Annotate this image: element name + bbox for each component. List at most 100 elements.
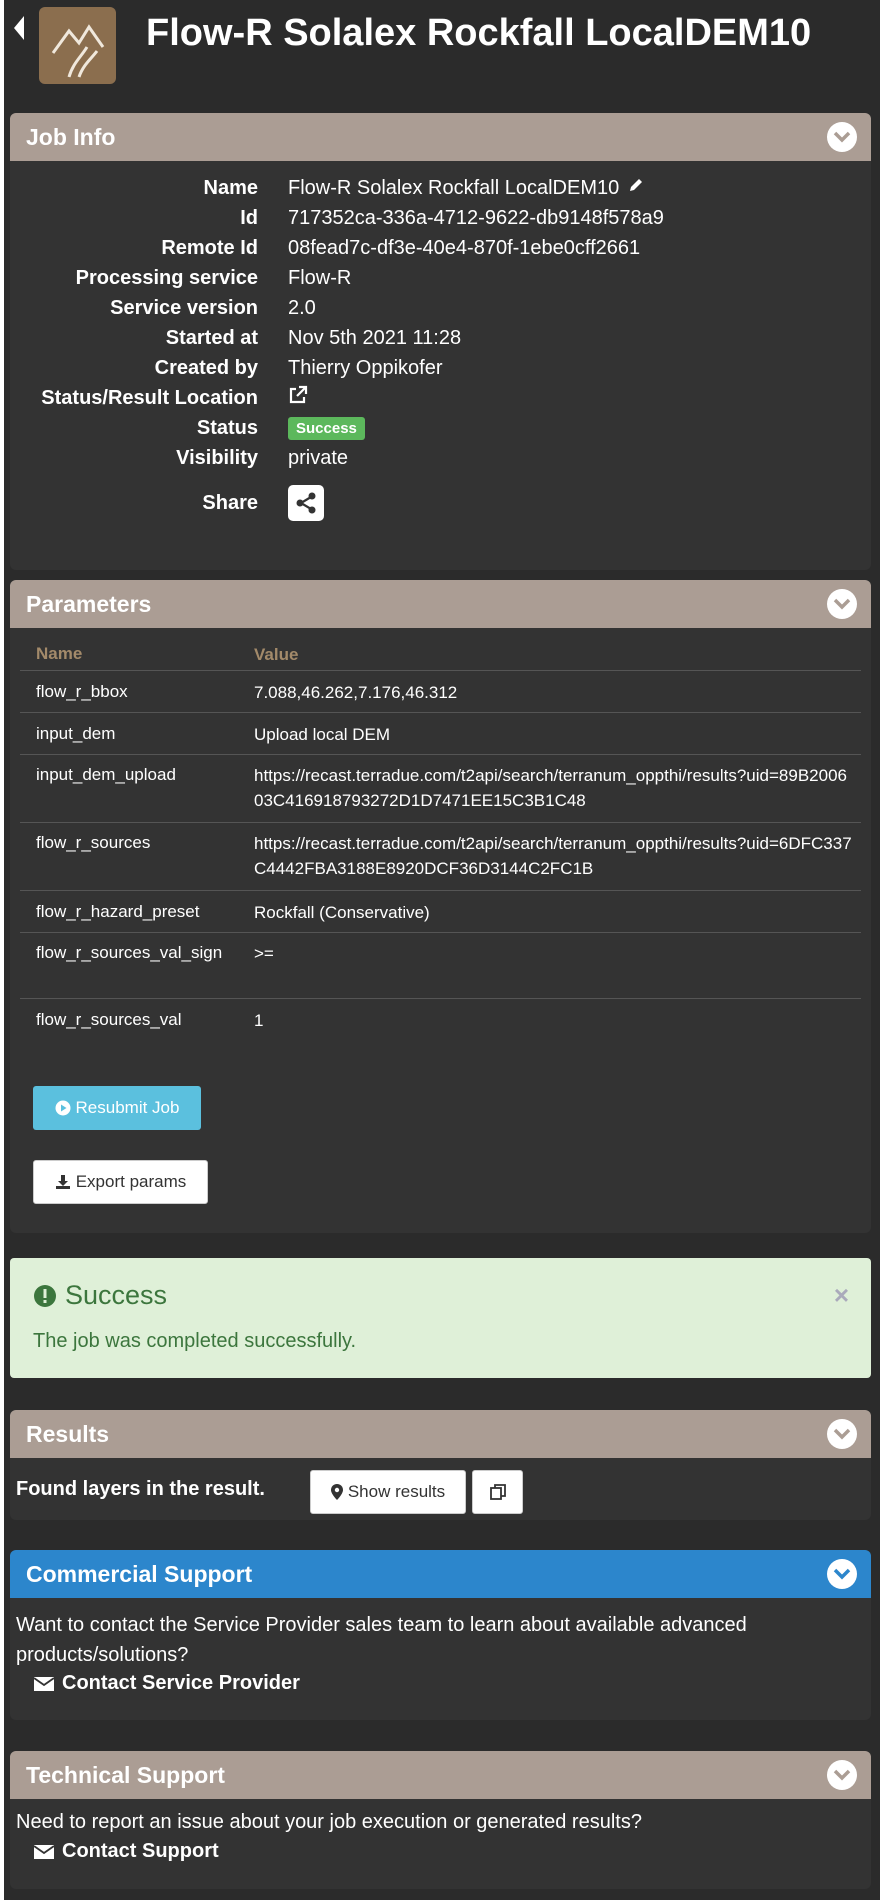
info-row-service-version: Service version 2.0: [10, 293, 871, 323]
results-panel: Results Found layers in the result. Show…: [10, 1410, 871, 1520]
param-value: https://recast.terradue.com/t2api/search…: [254, 834, 852, 878]
panel-title: Job Info: [26, 123, 116, 150]
info-row-processing-service: Processing service Flow-R: [10, 263, 871, 293]
param-value: 7.088,46.262,7.176,46.312: [254, 683, 458, 702]
chevron-down-icon[interactable]: [827, 589, 857, 619]
link-label: Contact Service Provider: [62, 1672, 300, 1694]
mountain-icon: [51, 24, 105, 78]
info-row-started-at: Started at Nov 5th 2021 11:28: [10, 323, 871, 353]
commercial-support-header[interactable]: Commercial Support: [10, 1550, 871, 1598]
chevron-down-icon[interactable]: [827, 1760, 857, 1790]
parameters-table: Name Value flow_r_bbox 7.088,46.262,7.17…: [20, 638, 861, 1040]
chevron-down-icon[interactable]: [827, 122, 857, 152]
info-value: Flow-R: [288, 266, 352, 289]
info-key: Name: [203, 176, 258, 199]
copy-results-button[interactable]: [472, 1470, 523, 1514]
info-key: Created by: [154, 356, 258, 379]
parameters-panel: Parameters Name Value flow_r_bbox 7.088,…: [10, 580, 871, 1233]
status-badge: Success: [288, 416, 365, 440]
info-row-share: Share: [10, 485, 871, 521]
table-row: flow_r_sources https://recast.terradue.c…: [20, 822, 861, 890]
share-button[interactable]: [288, 485, 324, 521]
table-row: flow_r_sources_val 1: [20, 998, 861, 1040]
info-value: Success: [288, 416, 365, 440]
info-key: Service version: [110, 296, 258, 319]
back-arrow-icon[interactable]: [12, 14, 26, 42]
alert-title: Success: [33, 1280, 167, 1311]
technical-support-text: Need to report an issue about your job e…: [16, 1811, 642, 1833]
info-row-result-location: Status/Result Location: [10, 383, 871, 413]
resubmit-job-button[interactable]: Resubmit Job: [33, 1086, 201, 1130]
job-info-header[interactable]: Job Info: [10, 113, 871, 161]
external-link-icon[interactable]: [288, 385, 308, 411]
param-name: flow_r_sources_val: [36, 1010, 182, 1029]
info-key: Visibility: [176, 446, 258, 469]
info-value: 08fead7c-df3e-40e4-870f-1ebe0cff2661: [288, 236, 641, 259]
technical-support-panel: Technical Support Need to report an issu…: [10, 1751, 871, 1889]
results-header[interactable]: Results: [10, 1410, 871, 1458]
contact-support-link[interactable]: Contact Support: [34, 1840, 219, 1863]
alert-title-text: Success: [65, 1280, 168, 1310]
param-name: flow_r_sources_val_sign: [36, 943, 223, 962]
info-value: private: [288, 446, 349, 469]
alert-message: The job was completed successfully.: [33, 1330, 357, 1352]
page-header: Flow-R Solalex Rockfall LocalDEM10: [0, 0, 880, 100]
param-value: Upload local DEM: [254, 725, 391, 744]
param-name: flow_r_hazard_preset: [36, 902, 200, 921]
exclamation-circle-icon: [34, 1284, 56, 1307]
info-row-created-by: Created by Thierry Oppikofer: [10, 353, 871, 383]
panel-title: Technical Support: [26, 1761, 225, 1788]
info-row-name: Name Flow-R Solalex Rockfall LocalDEM10: [10, 173, 871, 203]
info-row-visibility: Visibility private: [10, 443, 871, 473]
info-key: Share: [202, 491, 258, 514]
info-key: Status: [196, 416, 258, 439]
left-edge: [0, 0, 4, 1900]
pencil-icon[interactable]: [627, 176, 645, 200]
param-value: https://recast.terradue.com/t2api/search…: [254, 766, 847, 810]
param-name: input_dem: [36, 724, 116, 743]
table-row: flow_r_hazard_preset Rockfall (Conservat…: [20, 890, 861, 932]
table-row: flow_r_sources_val_sign >=: [20, 932, 861, 998]
technical-support-header[interactable]: Technical Support: [10, 1751, 871, 1799]
info-value: [288, 485, 324, 521]
button-label: Show results: [347, 1482, 446, 1501]
map-marker-icon: [330, 1484, 343, 1500]
close-icon[interactable]: ×: [834, 1280, 849, 1311]
param-value: Rockfall (Conservative): [254, 903, 430, 922]
param-name: flow_r_bbox: [36, 682, 128, 701]
info-value: Thierry Oppikofer: [288, 356, 443, 379]
success-alert: Success The job was completed successful…: [10, 1258, 871, 1378]
param-value: 1: [254, 1011, 264, 1030]
panel-title: Parameters: [26, 590, 152, 617]
table-row: input_dem Upload local DEM: [20, 712, 861, 754]
info-key: Id: [240, 206, 258, 229]
info-row-status: Status Success: [10, 413, 871, 443]
show-results-button[interactable]: Show results: [310, 1470, 466, 1514]
share-icon: [296, 492, 316, 514]
chevron-down-icon[interactable]: [827, 1419, 857, 1449]
job-info-panel: Job Info Name Flow-R Solalex Rockfall Lo…: [10, 113, 871, 570]
contact-service-provider-link[interactable]: Contact Service Provider: [34, 1672, 300, 1695]
info-key: Status/Result Location: [41, 386, 258, 409]
parameters-header[interactable]: Parameters: [10, 580, 871, 628]
info-key: Remote Id: [161, 236, 258, 259]
results-text: Found layers in the result.: [16, 1478, 265, 1500]
play-circle-icon: [55, 1100, 71, 1116]
param-value: >=: [254, 944, 274, 963]
button-label: Export params: [75, 1172, 187, 1191]
commercial-support-panel: Commercial Support Want to contact the S…: [10, 1550, 871, 1720]
param-name: flow_r_sources: [36, 833, 151, 852]
table-row: flow_r_bbox 7.088,46.262,7.176,46.312: [20, 670, 861, 712]
app-logo: [39, 7, 116, 84]
button-label: Resubmit Job: [75, 1098, 180, 1117]
info-key: Processing service: [75, 266, 258, 289]
job-name-value: Flow-R Solalex Rockfall LocalDEM10: [288, 176, 620, 199]
info-value: Flow-R Solalex Rockfall LocalDEM10: [288, 176, 645, 200]
panel-title: Commercial Support: [26, 1560, 253, 1587]
envelope-icon: [34, 1844, 54, 1859]
envelope-icon: [34, 1676, 54, 1691]
table-header: Name Value: [20, 638, 861, 670]
column-header-value: Value: [254, 645, 299, 664]
chevron-down-icon[interactable]: [827, 1559, 857, 1589]
export-params-button[interactable]: Export params: [33, 1160, 208, 1204]
